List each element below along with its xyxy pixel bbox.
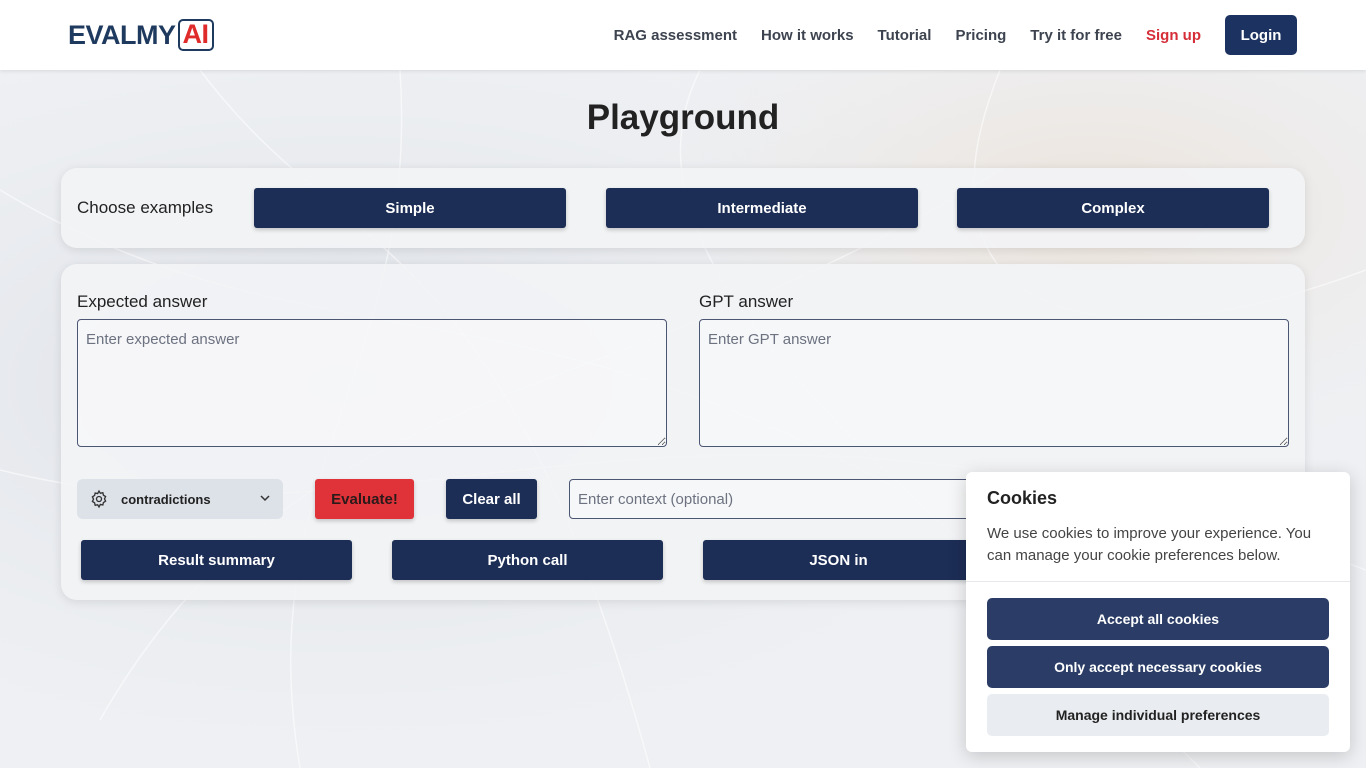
main-nav: RAG assessment How it works Tutorial Pri… xyxy=(590,15,1297,55)
nav-try-free[interactable]: Try it for free xyxy=(1030,27,1122,44)
metric-select[interactable]: contradictions xyxy=(77,479,283,519)
gear-icon xyxy=(91,489,107,509)
page-title: Playground xyxy=(586,98,780,137)
python-call-button[interactable]: Python call xyxy=(392,540,663,580)
chevron-down-icon xyxy=(260,495,270,502)
example-intermediate-button[interactable]: Intermediate xyxy=(606,188,918,228)
nav-how-it-works[interactable]: How it works xyxy=(761,27,854,44)
json-in-button[interactable]: JSON in xyxy=(703,540,974,580)
result-summary-button[interactable]: Result summary xyxy=(81,540,352,580)
login-button[interactable]: Login xyxy=(1225,15,1297,55)
gpt-answer-input[interactable] xyxy=(699,319,1289,447)
logo-ai-badge: AI xyxy=(177,19,214,51)
accept-necessary-cookies-button[interactable]: Only accept necessary cookies xyxy=(987,646,1329,688)
nav-pricing[interactable]: Pricing xyxy=(955,27,1006,44)
nav-sign-up[interactable]: Sign up xyxy=(1146,27,1201,44)
metric-select-value: contradictions xyxy=(121,491,211,507)
example-simple-button[interactable]: Simple xyxy=(254,188,566,228)
examples-label: Choose examples xyxy=(77,198,214,217)
cookie-description: We use cookies to improve your experienc… xyxy=(987,525,1312,564)
example-complex-button[interactable]: Complex xyxy=(957,188,1269,228)
gpt-answer-label: GPT answer xyxy=(699,292,794,311)
cookie-divider xyxy=(966,581,1350,582)
manage-preferences-button[interactable]: Manage individual preferences xyxy=(987,694,1329,736)
logo-text: EVALMY xyxy=(68,19,176,50)
nav-tutorial[interactable]: Tutorial xyxy=(878,27,932,44)
cookie-title: Cookies xyxy=(987,488,1058,508)
clear-all-button[interactable]: Clear all xyxy=(446,479,537,519)
accept-all-cookies-button[interactable]: Accept all cookies xyxy=(987,598,1329,640)
examples-panel: Choose examples Simple Intermediate Comp… xyxy=(61,168,1305,248)
expected-answer-input[interactable] xyxy=(77,319,667,447)
brand-logo[interactable]: EVALMY AI xyxy=(68,18,214,52)
evaluate-button[interactable]: Evaluate! xyxy=(315,479,414,519)
cookie-consent-dialog: Cookies We use cookies to improve your e… xyxy=(966,472,1350,752)
nav-rag-assessment[interactable]: RAG assessment xyxy=(614,27,737,44)
expected-answer-label: Expected answer xyxy=(77,292,208,311)
top-navbar: EVALMY AI RAG assessment How it works Tut… xyxy=(0,0,1366,70)
